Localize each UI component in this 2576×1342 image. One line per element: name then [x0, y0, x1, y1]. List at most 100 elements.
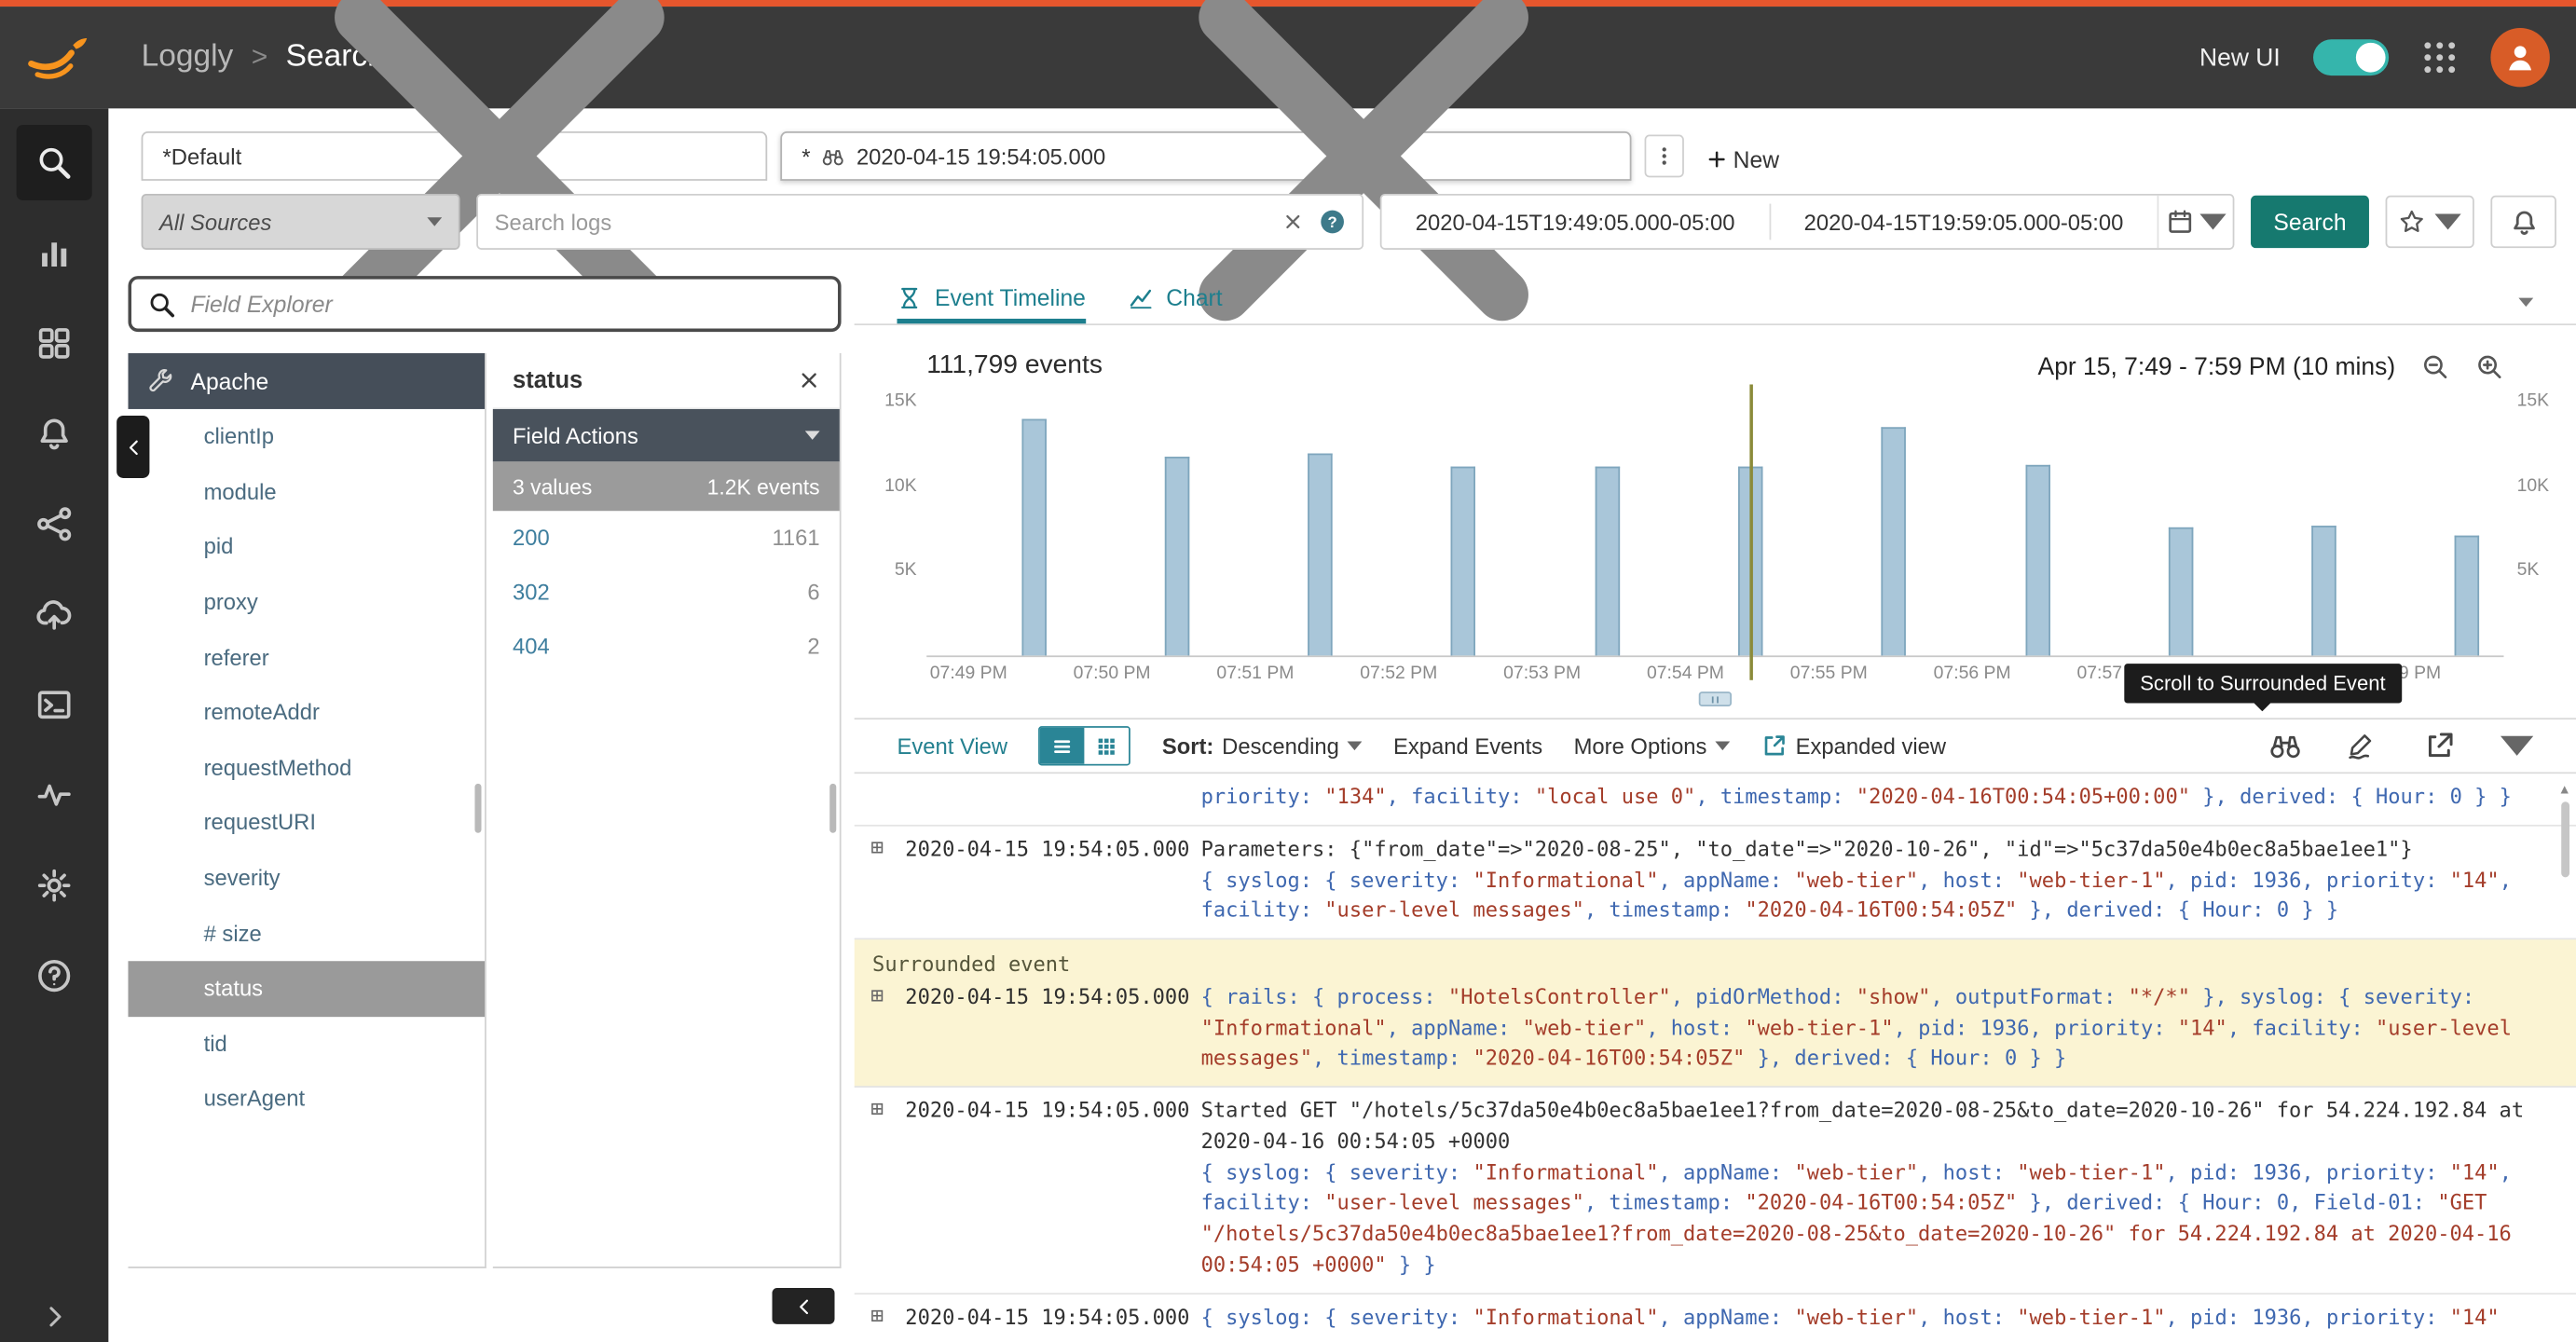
field-item-remoteAddr[interactable]: remoteAddr: [128, 685, 485, 740]
scroll-up-icon[interactable]: ▲: [2556, 780, 2573, 800]
event-row[interactable]: ⊞2020-04-15 19:54:05.000{ syslog: { seve…: [855, 1294, 2576, 1342]
search-button[interactable]: Search: [2251, 196, 2369, 248]
field-item-status[interactable]: status: [128, 961, 485, 1016]
field-item-requestMethod[interactable]: requestMethod: [128, 740, 485, 795]
timeline-bar-07-52-[interactable]: [1451, 467, 1475, 655]
annotate-icon[interactable]: [2346, 731, 2378, 760]
sidebar-item-charts[interactable]: [17, 215, 92, 291]
search-help-icon[interactable]: ?: [1320, 209, 1346, 235]
timeline-bar-07-51-[interactable]: [1308, 454, 1332, 655]
search-icon: [148, 290, 176, 318]
tab-saved-search[interactable]: * 2020-04-15 19:54:05.000: [780, 131, 1631, 181]
timeline-bar-07-50-[interactable]: [1165, 457, 1189, 655]
timeline-collapse-icon[interactable]: [2518, 297, 2533, 308]
binoculars-icon: [822, 145, 845, 167]
timeline-scrubber-handle[interactable]: [1699, 692, 1732, 706]
alerts-icon: [36, 416, 73, 452]
more-options-dropdown[interactable]: More Options: [1574, 733, 1731, 758]
field-item-requestURI[interactable]: requestURI: [128, 795, 485, 850]
export-icon[interactable]: [2423, 731, 2456, 760]
grid-view-button[interactable]: [1085, 728, 1130, 764]
avatar[interactable]: [2490, 28, 2549, 87]
scrollbar-thumb[interactable]: [2561, 801, 2569, 877]
sidebar-item-alerts[interactable]: [17, 396, 92, 472]
event-row-surrounded[interactable]: Surrounded event⊞2020-04-15 19:54:05.000…: [855, 939, 2576, 1088]
timeline-bar-07-57-[interactable]: [2168, 527, 2192, 655]
field-item-proxy[interactable]: proxy: [128, 575, 485, 630]
time-range-to-input[interactable]: 2020-04-15T19:59:05.000-05:00: [1770, 210, 2157, 234]
timeline-bar-07-49-[interactable]: [1021, 418, 1046, 656]
field-explorer-input[interactable]: [190, 291, 821, 317]
y-tick-label: 15K: [2517, 391, 2573, 411]
zoom-in-icon[interactable]: [2476, 352, 2504, 380]
expand-event-icon[interactable]: ⊞: [870, 1302, 897, 1332]
fields-scrollbar[interactable]: [474, 784, 481, 833]
chart-label: Chart: [1166, 284, 1222, 310]
timeline-bar-07-53-[interactable]: [1595, 467, 1619, 655]
search-logs-input[interactable]: [495, 210, 1267, 234]
alert-button[interactable]: [2490, 196, 2556, 248]
event-list-scrollbar[interactable]: ▲: [2555, 774, 2576, 1342]
collapse-group-button[interactable]: [116, 416, 149, 478]
sort-dropdown[interactable]: Sort: Descending: [1162, 733, 1363, 758]
event-row[interactable]: ⊞2020-04-15 19:54:05.000Parameters: {"fr…: [855, 826, 2576, 939]
expand-events-button[interactable]: Expand Events: [1393, 733, 1542, 758]
new-tab-button[interactable]: New: [1706, 146, 1779, 172]
values-scrollbar[interactable]: [829, 784, 836, 833]
timeline-bar-07-58-[interactable]: [2311, 525, 2336, 655]
chevron-down-icon[interactable]: [2501, 731, 2533, 760]
close-icon[interactable]: [799, 370, 820, 391]
timeline-bar-07-59-[interactable]: [2455, 535, 2479, 655]
timeline-bar-07-56-[interactable]: [2025, 466, 2049, 656]
source-setup-icon: [36, 596, 73, 633]
app-switcher-icon[interactable]: [2421, 39, 2458, 75]
new-ui-toggle[interactable]: [2313, 39, 2389, 75]
field-item-size[interactable]: # size: [128, 906, 485, 961]
expanded-view-button[interactable]: Expanded view: [1761, 733, 1946, 759]
field-item-pid[interactable]: pid: [128, 519, 485, 574]
sidebar-expand-button[interactable]: [0, 1305, 108, 1329]
value-row-302[interactable]: 3026: [493, 565, 840, 619]
time-range-from-input[interactable]: 2020-04-15T19:49:05.000-05:00: [1382, 210, 1769, 234]
view-tabs: Event Timeline Chart: [855, 271, 2576, 325]
field-item-severity[interactable]: severity: [128, 851, 485, 906]
tab-default[interactable]: *Default: [142, 131, 768, 181]
sidebar-item-settings[interactable]: [17, 848, 92, 924]
bell-icon: [2510, 208, 2538, 236]
person-icon: [2504, 41, 2537, 74]
collapse-panels-button[interactable]: [773, 1288, 835, 1324]
field-group-header[interactable]: Apache: [128, 353, 485, 409]
sidebar-item-terminal[interactable]: [17, 667, 92, 743]
tab-chart[interactable]: Chart: [1129, 284, 1223, 323]
calendar-picker-button[interactable]: [2158, 196, 2233, 248]
sidebar-item-dashboards[interactable]: [17, 306, 92, 381]
event-row[interactable]: ⊞2020-04-15 19:54:05.000Started GET "/ho…: [855, 1088, 2576, 1294]
field-actions-dropdown[interactable]: Field Actions: [493, 409, 840, 461]
field-item-referer[interactable]: referer: [128, 630, 485, 685]
value-row-404[interactable]: 4042: [493, 620, 840, 674]
tab-event-timeline[interactable]: Event Timeline: [897, 284, 1085, 323]
field-item-module[interactable]: module: [128, 464, 485, 519]
field-item-tid[interactable]: tid: [128, 1016, 485, 1071]
save-search-button[interactable]: [2386, 196, 2474, 248]
all-sources-dropdown[interactable]: All Sources: [142, 194, 460, 250]
expand-event-icon[interactable]: ⊞: [870, 1096, 897, 1126]
sidebar-item-source-setup[interactable]: [17, 577, 92, 652]
plus-icon: [1706, 149, 1726, 169]
event-row[interactable]: priority: "134", facility: "local use 0"…: [855, 774, 2576, 826]
value-row-200[interactable]: 2001161: [493, 511, 840, 565]
zoom-out-icon[interactable]: [2421, 352, 2449, 380]
scroll-to-surrounded-event-icon[interactable]: [2268, 731, 2301, 760]
sidebar-item-search[interactable]: [17, 125, 92, 200]
list-view-button[interactable]: [1040, 728, 1085, 764]
field-item-clientIp[interactable]: clientIp: [128, 409, 485, 464]
sidebar-item-live-tail[interactable]: [17, 758, 92, 833]
tab-options-button[interactable]: [1644, 135, 1683, 178]
expand-event-icon[interactable]: ⊞: [870, 834, 897, 864]
field-item-userAgent[interactable]: userAgent: [128, 1072, 485, 1127]
clear-search-icon[interactable]: [1283, 212, 1303, 231]
timeline-bar-07-55-[interactable]: [1882, 427, 1906, 656]
sidebar-item-help[interactable]: [17, 938, 92, 1014]
expand-event-icon[interactable]: ⊞: [870, 982, 897, 1012]
sidebar-item-source-groups[interactable]: [17, 486, 92, 562]
